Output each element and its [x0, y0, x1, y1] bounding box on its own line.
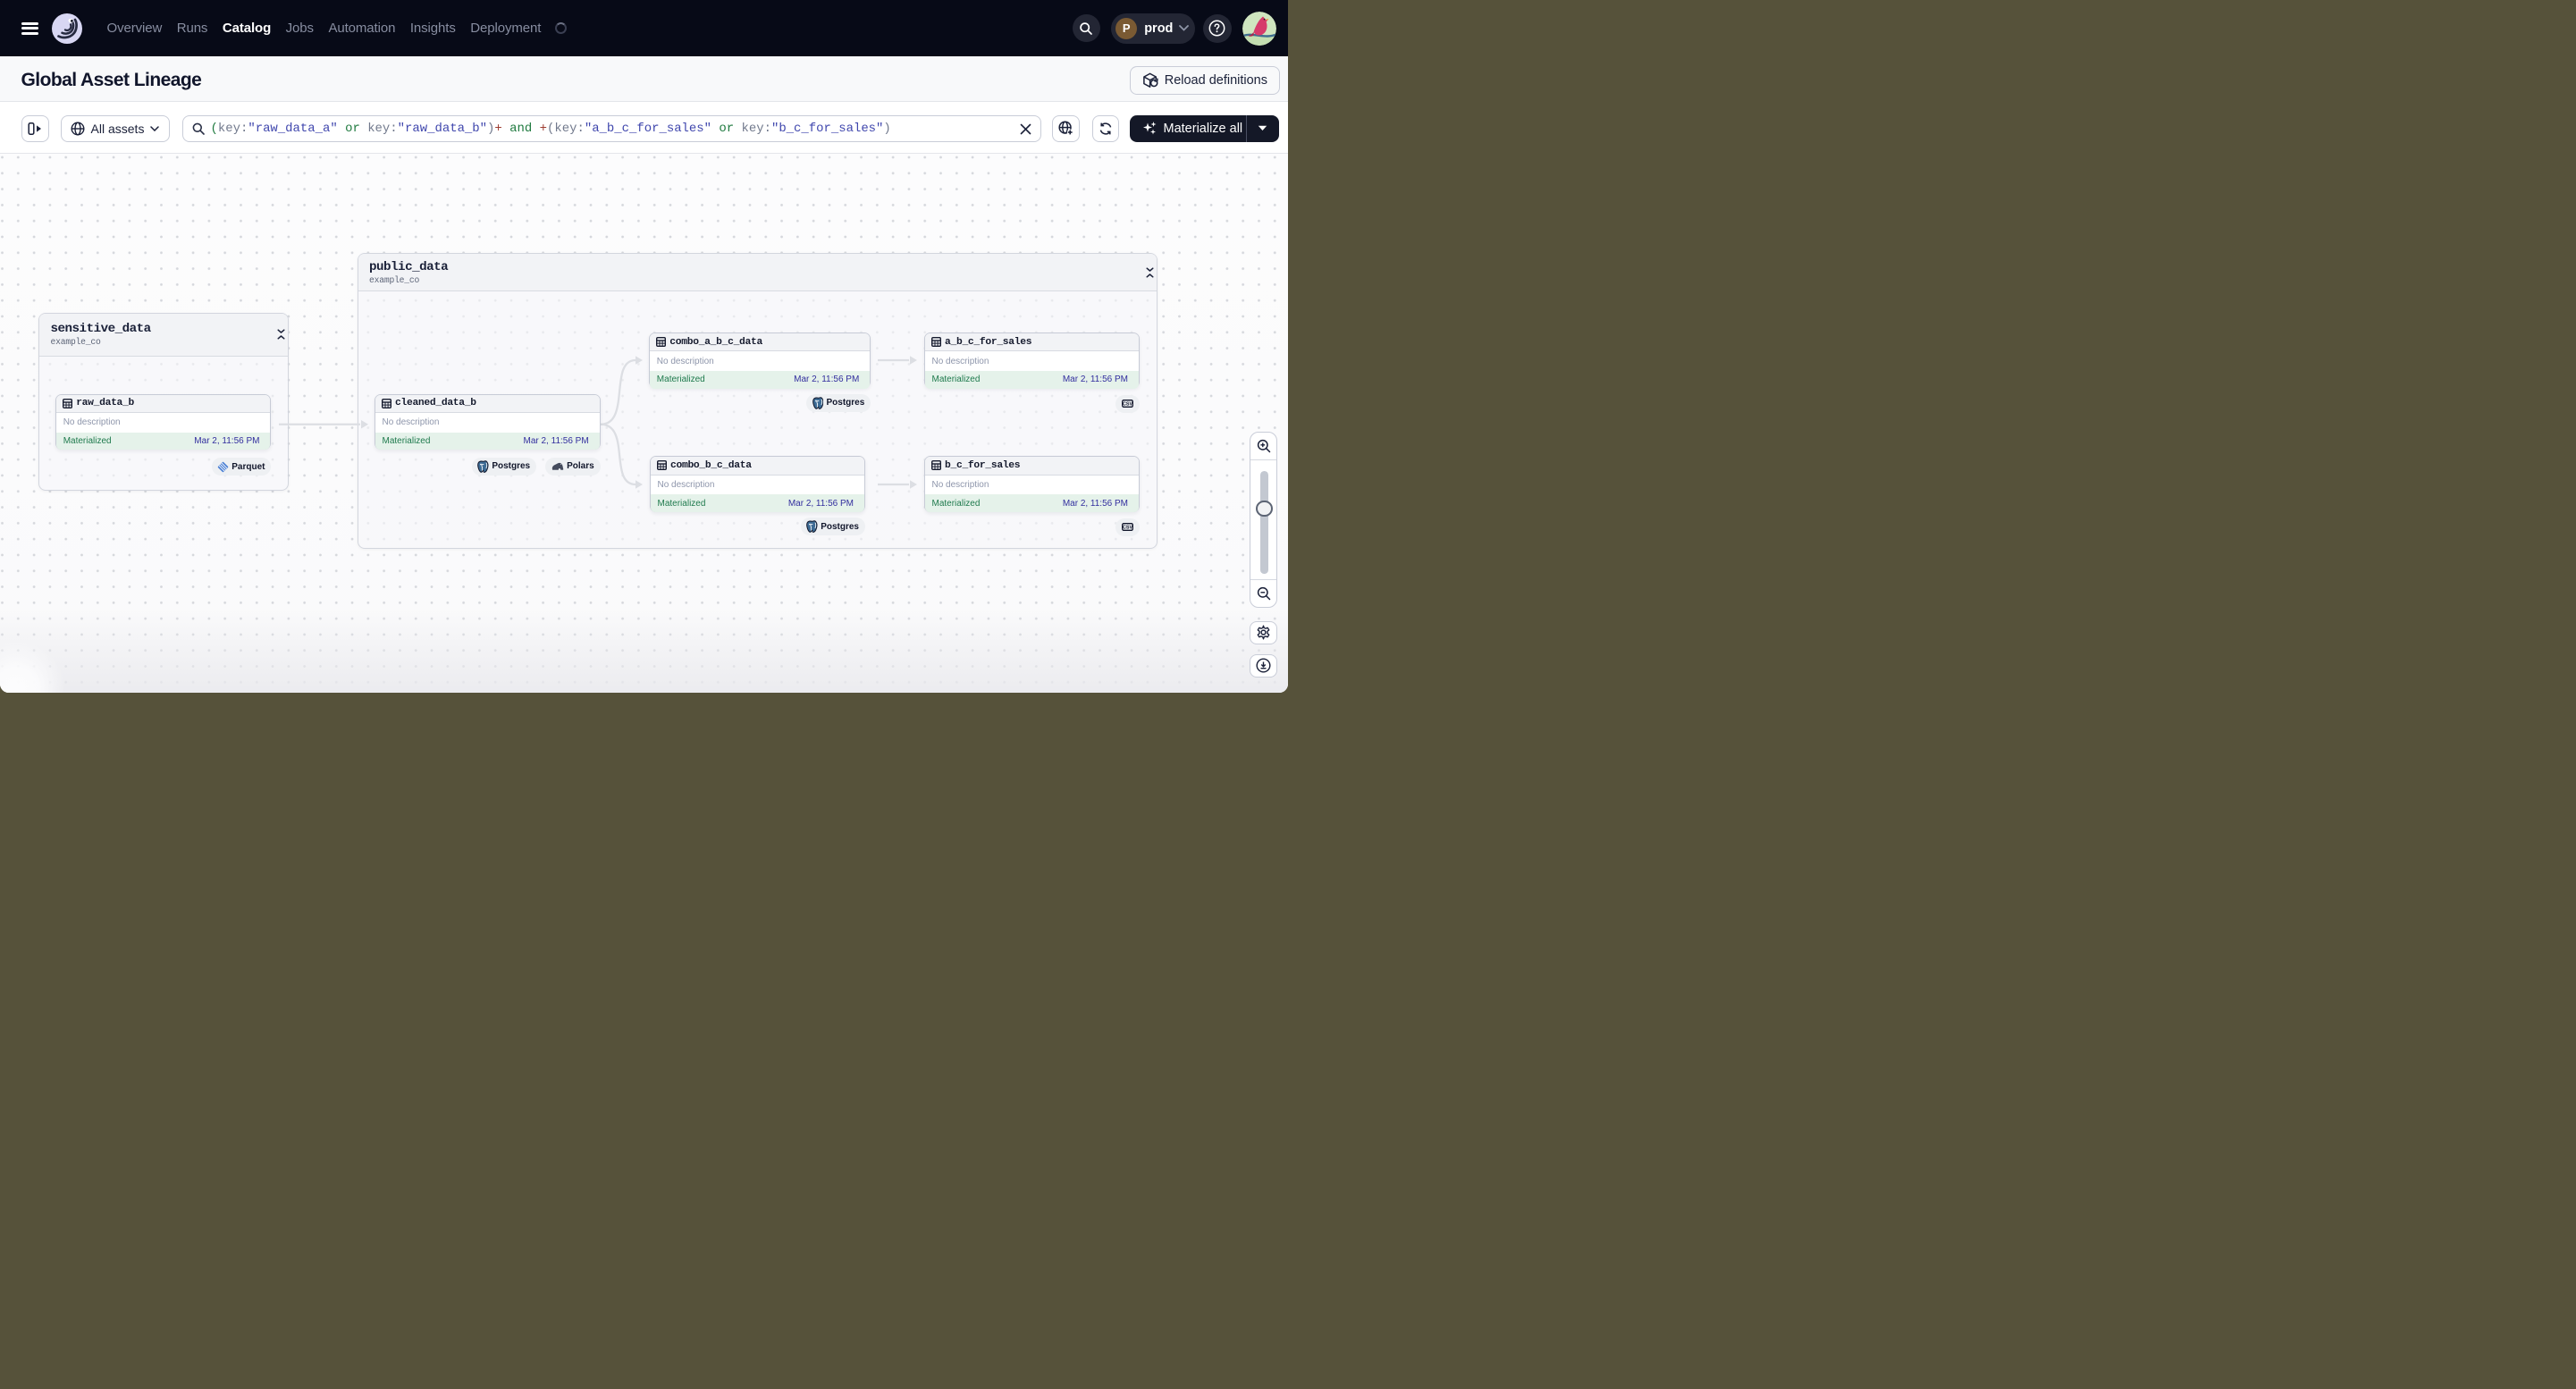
svg-text:CSV: CSV — [1123, 402, 1132, 408]
svg-text:CSV: CSV — [1123, 526, 1132, 531]
